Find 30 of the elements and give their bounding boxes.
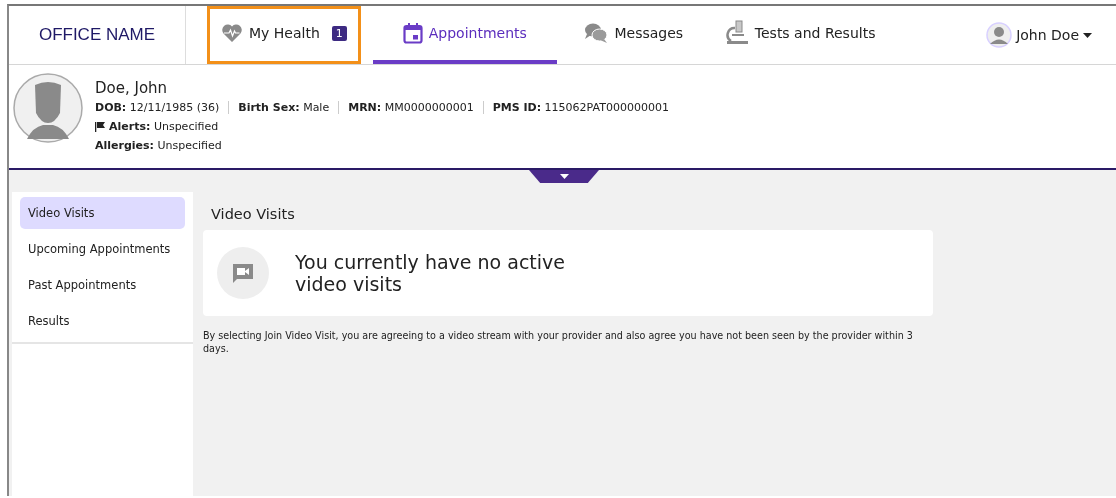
sidebar-item[interactable]: Results — [20, 305, 185, 337]
avatar-icon — [13, 73, 83, 143]
nav-tab[interactable]: Tests and Results — [710, 6, 890, 64]
patient-field: DOB: 12/11/1985 (36) — [95, 101, 229, 114]
patient-field: Birth Sex: Male — [228, 101, 339, 114]
user-menu[interactable]: John Doe — [980, 6, 1098, 64]
avatar-icon — [986, 22, 1013, 48]
nav-tab[interactable]: Appointments — [372, 6, 557, 64]
alerts-field: Alerts: Unspecified — [109, 120, 219, 133]
section-title: Video Visits — [211, 206, 296, 222]
patient-field: PMS ID: 115062PAT000000001 — [482, 101, 678, 114]
microscope-icon — [724, 20, 749, 46]
patient-name: Doe, John — [95, 79, 169, 97]
empty-message: You currently have no active video visits — [295, 251, 566, 295]
office-name: OFFICE NAME — [9, 6, 186, 64]
sidebar-item[interactable]: Upcoming Appointments — [20, 233, 185, 265]
allergies-field: Allergies: Unspecified — [95, 139, 222, 152]
nav-tab[interactable]: Messages — [568, 6, 699, 64]
nav-tab[interactable]: My Health 1 — [207, 6, 361, 64]
heart-icon — [221, 23, 243, 43]
patient-field: MRN: MM0000000001 — [338, 101, 483, 114]
caret-icon — [559, 174, 569, 179]
caret-icon — [1083, 32, 1092, 38]
flag-icon — [95, 121, 105, 132]
sidebar-item[interactable]: Past Appointments — [20, 269, 185, 301]
chat-bubbles-icon — [584, 22, 609, 44]
sidebar-item[interactable]: Video Visits — [20, 197, 185, 229]
calendar-icon — [402, 22, 423, 44]
video-chat-icon — [217, 247, 269, 299]
disclaimer-text: By selecting Join Video Visit, you are agreeing to a video stream with your provider and also agree you have not been seen by the provider within 3 days. — [203, 329, 914, 355]
